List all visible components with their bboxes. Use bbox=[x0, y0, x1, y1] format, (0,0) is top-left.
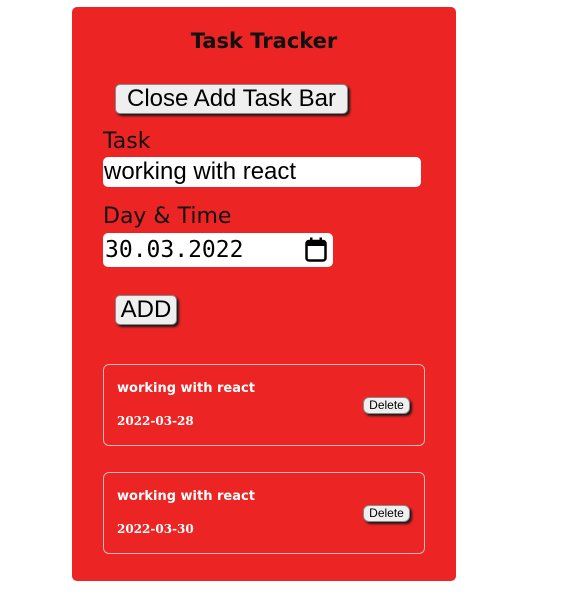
day-time-label: Day & Time bbox=[103, 204, 232, 229]
task-card: working with react 2022-03-30 Delete bbox=[103, 472, 425, 554]
task-card: working with react 2022-03-28 Delete bbox=[103, 364, 425, 446]
task-title: working with react bbox=[117, 381, 255, 396]
task-input[interactable]: working with react bbox=[103, 157, 421, 187]
delete-task-button[interactable]: Delete bbox=[363, 397, 410, 414]
day-time-value: 30.03.2022 bbox=[105, 237, 244, 263]
day-time-input[interactable]: 30.03.2022 bbox=[103, 233, 333, 267]
task-tracker-panel: Task Tracker Close Add Task Bar Task wor… bbox=[72, 7, 456, 581]
delete-task-button[interactable]: Delete bbox=[363, 505, 410, 522]
page-title: Task Tracker bbox=[190, 29, 338, 53]
calendar-icon[interactable] bbox=[305, 237, 327, 262]
task-date: 2022-03-28 bbox=[117, 414, 194, 428]
close-add-task-bar-button[interactable]: Close Add Task Bar bbox=[115, 84, 348, 114]
task-title: working with react bbox=[117, 489, 255, 504]
task-label: Task bbox=[103, 129, 151, 154]
task-date: 2022-03-30 bbox=[117, 522, 194, 536]
add-task-button[interactable]: ADD bbox=[115, 295, 177, 325]
